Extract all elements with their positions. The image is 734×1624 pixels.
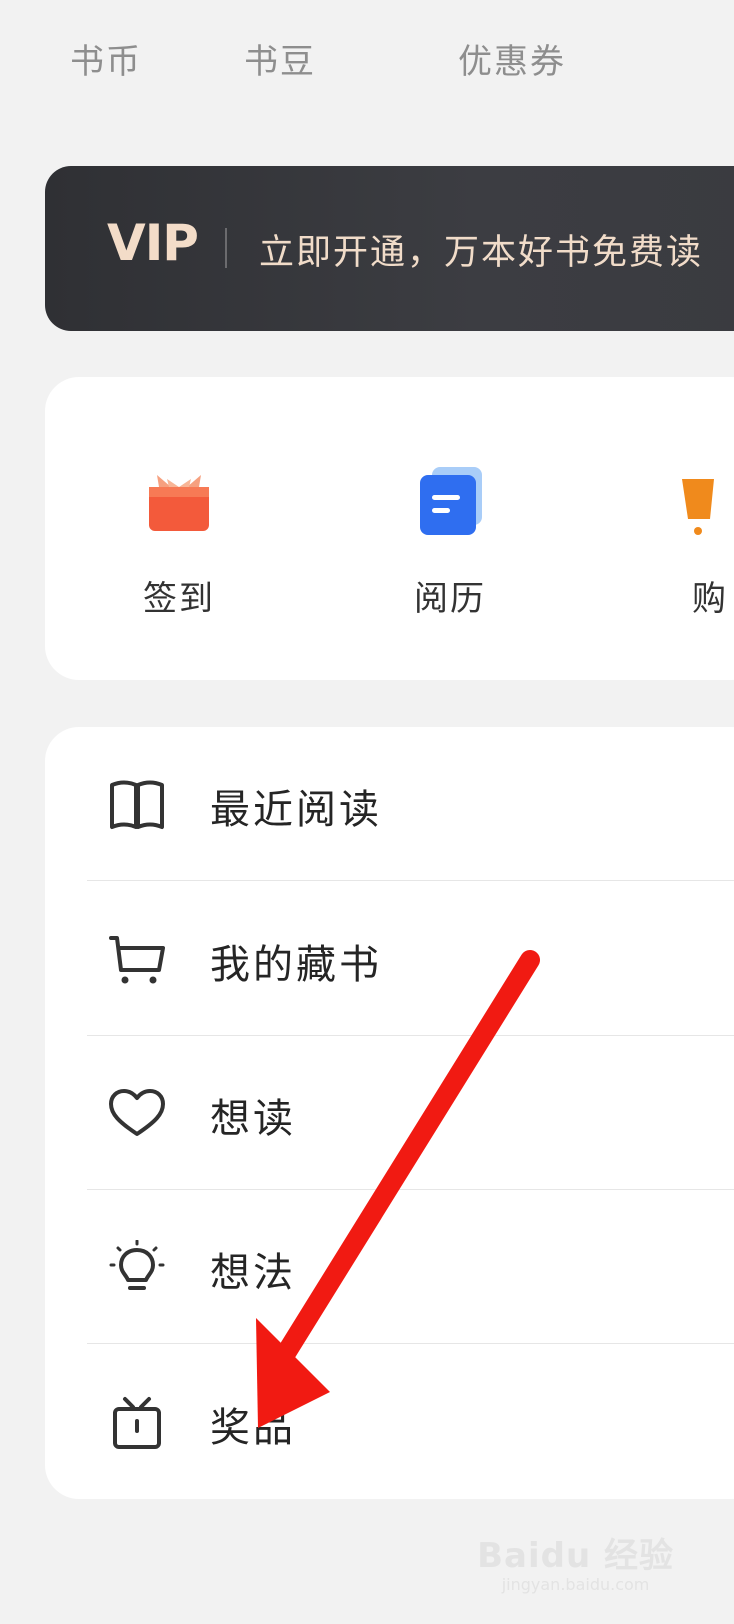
menu-item-label: 想读 bbox=[210, 1096, 296, 1142]
quick-action-label: 购 bbox=[692, 579, 728, 619]
menu-item-label: 奖品 bbox=[210, 1405, 296, 1451]
menu-item-thoughts[interactable]: 想法 bbox=[45, 1190, 734, 1344]
shopping-bag-icon bbox=[674, 465, 734, 537]
menu-item-label: 想法 bbox=[210, 1250, 296, 1296]
menu-item-my-collection[interactable]: 我的藏书 bbox=[45, 882, 734, 1036]
quick-action-label: 阅历 bbox=[414, 579, 486, 619]
menu-item-want-to-read[interactable]: 想读 bbox=[45, 1036, 734, 1190]
quick-action-reading-history[interactable]: 阅历 bbox=[350, 465, 550, 620]
menu-item-label: 最近阅读 bbox=[210, 787, 382, 833]
open-book-icon bbox=[107, 777, 167, 833]
menu-list-card: 最近阅读 我的藏书 想读 想法 奖品 bbox=[45, 727, 734, 1499]
vip-divider bbox=[225, 228, 227, 268]
tab-coupons[interactable]: 优惠券 bbox=[458, 34, 566, 83]
gift-icon bbox=[143, 465, 215, 537]
quick-action-checkin[interactable]: 签到 bbox=[79, 465, 279, 620]
row-divider bbox=[87, 880, 734, 881]
vip-promo-text: 立即开通，万本好书免费读 bbox=[259, 233, 704, 273]
quick-actions-card: 签到 阅历 购 bbox=[45, 377, 734, 680]
vip-banner[interactable]: VIP 立即开通，万本好书免费读 bbox=[45, 166, 734, 331]
watermark-sub: jingyan.baidu.com bbox=[501, 1575, 650, 1594]
lightbulb-icon bbox=[107, 1239, 167, 1296]
baidu-watermark: Baidu 经验 jingyan.baidu.com bbox=[477, 1528, 674, 1594]
top-tab-bar: 书币 书豆 优惠券 bbox=[0, 0, 734, 120]
menu-item-recent-reading[interactable]: 最近阅读 bbox=[45, 727, 734, 881]
quick-action-label: 签到 bbox=[143, 579, 215, 619]
watermark-main: Baidu 经验 bbox=[477, 1536, 674, 1576]
tab-book-coins[interactable]: 书币 bbox=[70, 34, 142, 83]
tab-book-beans[interactable]: 书豆 bbox=[244, 34, 316, 83]
row-divider bbox=[87, 1343, 734, 1344]
menu-item-prizes[interactable]: 奖品 bbox=[45, 1345, 734, 1499]
menu-item-label: 我的藏书 bbox=[210, 942, 382, 988]
cart-icon bbox=[107, 932, 167, 988]
heart-icon bbox=[107, 1086, 167, 1142]
prize-box-icon bbox=[107, 1395, 167, 1451]
vip-logo: VIP bbox=[107, 214, 199, 272]
quick-action-purchase[interactable]: 购 bbox=[610, 465, 734, 620]
reading-history-icon bbox=[414, 465, 486, 537]
